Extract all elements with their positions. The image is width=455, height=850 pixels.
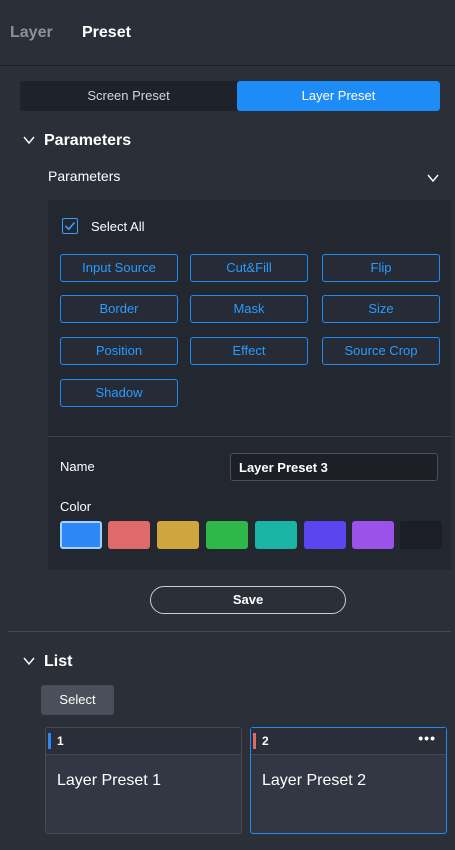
color-swatch-dark[interactable]: [400, 521, 442, 549]
name-label: Name: [60, 459, 95, 474]
input-source-button[interactable]: Input Source: [60, 254, 178, 282]
preset-color-bar: [48, 733, 51, 749]
preset-card-header: 2 •••: [251, 728, 446, 755]
color-swatch-blue[interactable]: [60, 521, 102, 549]
save-button[interactable]: Save: [150, 586, 346, 614]
color-swatch-yellow[interactable]: [157, 521, 199, 549]
cut-fill-button[interactable]: Cut&Fill: [190, 254, 308, 282]
screen-preset-button[interactable]: Screen Preset: [20, 81, 237, 111]
preset-type-toggle: Screen Preset Layer Preset: [20, 81, 440, 111]
preset-name-input[interactable]: [230, 453, 438, 481]
mask-button[interactable]: Mask: [190, 295, 308, 323]
chevron-down-icon[interactable]: [23, 134, 35, 146]
shadow-button[interactable]: Shadow: [60, 379, 178, 407]
color-swatch-indigo[interactable]: [304, 521, 346, 549]
tab-preset[interactable]: Preset: [82, 24, 131, 42]
select-all-checkbox[interactable]: [62, 218, 78, 234]
preset-color-bar: [253, 733, 256, 749]
preset-card[interactable]: 1 Layer Preset 1: [45, 727, 242, 834]
size-button[interactable]: Size: [322, 295, 440, 323]
color-swatch-purple[interactable]: [352, 521, 394, 549]
preset-number: 1: [57, 734, 64, 748]
divider: [0, 65, 455, 66]
preset-number: 2: [262, 734, 269, 748]
border-button[interactable]: Border: [60, 295, 178, 323]
tab-layer[interactable]: Layer: [10, 24, 53, 42]
color-swatch-green[interactable]: [206, 521, 248, 549]
divider: [48, 436, 451, 437]
preset-card-header: 1: [46, 728, 241, 755]
source-crop-button[interactable]: Source Crop: [322, 337, 440, 365]
divider: [8, 631, 451, 632]
preset-card[interactable]: 2 ••• Layer Preset 2: [250, 727, 447, 834]
more-options-icon[interactable]: •••: [418, 730, 436, 746]
preset-title: Layer Preset 2: [262, 772, 367, 789]
check-icon: [64, 221, 76, 231]
preset-title: Layer Preset 1: [57, 772, 162, 789]
top-tab-bar: Layer Preset: [0, 0, 455, 65]
layer-preset-button[interactable]: Layer Preset: [237, 81, 440, 111]
select-all-label[interactable]: Select All: [91, 219, 144, 234]
effect-button[interactable]: Effect: [190, 337, 308, 365]
color-swatch-red[interactable]: [108, 521, 150, 549]
chevron-down-icon[interactable]: [427, 172, 439, 184]
color-swatch-teal[interactable]: [255, 521, 297, 549]
list-section-title[interactable]: List: [44, 653, 72, 671]
parameters-section-title[interactable]: Parameters: [44, 132, 131, 150]
color-label: Color: [60, 499, 92, 514]
parameters-subheader[interactable]: Parameters: [48, 168, 120, 184]
position-button[interactable]: Position: [60, 337, 178, 365]
select-button[interactable]: Select: [41, 685, 114, 715]
chevron-down-icon[interactable]: [23, 655, 35, 667]
flip-button[interactable]: Flip: [322, 254, 440, 282]
